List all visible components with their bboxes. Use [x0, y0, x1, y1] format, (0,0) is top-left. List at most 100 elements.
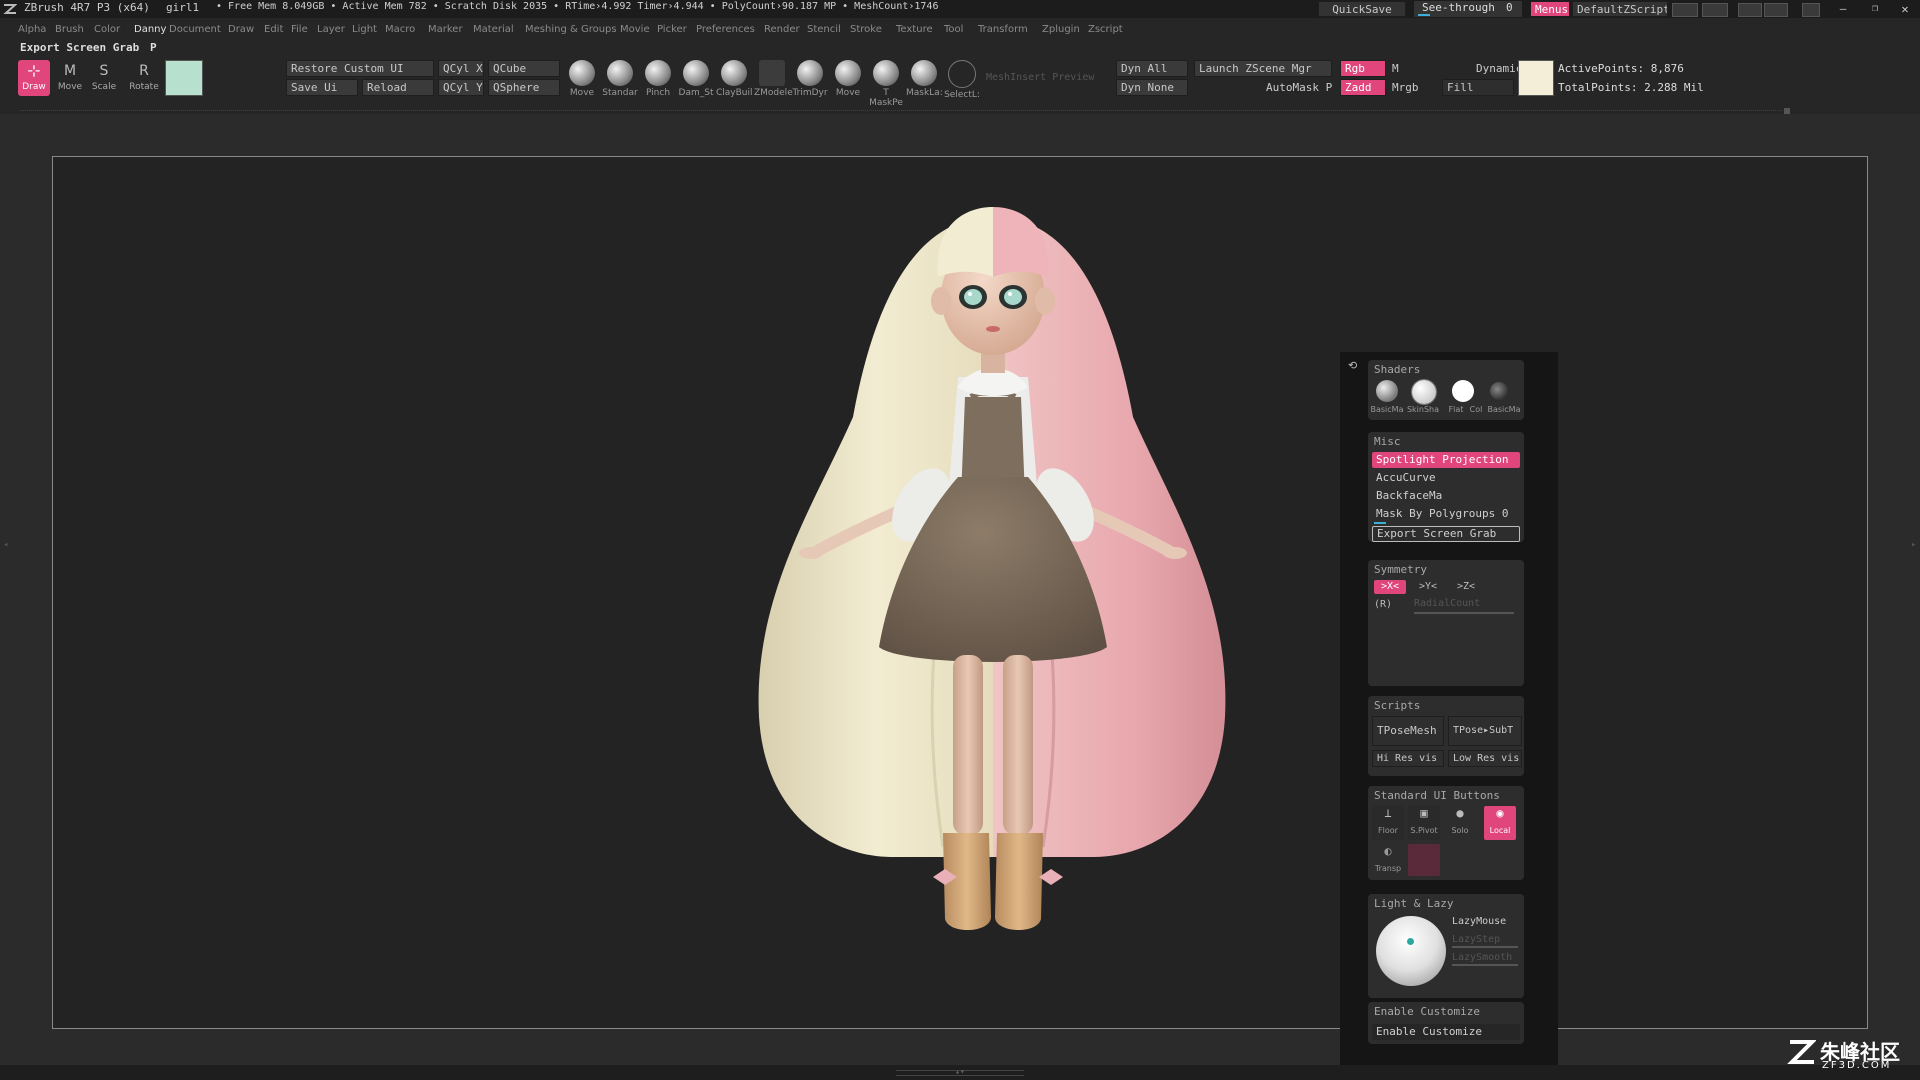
brush-standard[interactable]: Standar [602, 60, 638, 98]
dyn-none-button[interactable]: Dyn None [1116, 79, 1188, 96]
spivot-button[interactable]: ▣ S.Pivot [1408, 806, 1440, 840]
enable-customize-button[interactable]: Enable Customize [1372, 1024, 1520, 1040]
backface-mask-button[interactable]: BackfaceMa [1372, 488, 1520, 504]
color-swatch[interactable] [165, 60, 203, 96]
reload-button[interactable]: Reload [362, 79, 434, 96]
scale-mode-button[interactable]: S Scale [88, 60, 120, 96]
brush-move[interactable]: Move [564, 60, 600, 98]
spotlight-projection-button[interactable]: Spotlight Projection [1372, 452, 1520, 468]
layout-right-icon[interactable] [1702, 3, 1728, 17]
see-through-slider[interactable]: See-through 0 [1414, 1, 1522, 17]
qcyl-y-button[interactable]: QCyl Y [438, 79, 484, 96]
tpose-mesh-button[interactable]: TPoseMesh [1372, 716, 1444, 746]
menu-file[interactable]: File [291, 24, 308, 35]
menu-picker[interactable]: Picker [657, 24, 687, 35]
lock-icon[interactable] [1802, 3, 1820, 17]
qsphere-button[interactable]: QSphere [488, 79, 560, 96]
accucurve-button[interactable]: AccuCurve [1372, 470, 1520, 486]
lazymouse-toggle[interactable]: LazyMouse [1452, 916, 1506, 927]
light-position-icon[interactable] [1407, 938, 1414, 945]
menu-alpha[interactable]: Alpha [18, 24, 46, 35]
brush-masklasso[interactable]: MaskLa: [906, 60, 943, 98]
save-ui-button[interactable]: Save Ui [286, 79, 358, 96]
layout-swap-icon[interactable] [1738, 3, 1762, 17]
menu-color[interactable]: Color [94, 24, 120, 35]
palette-pin-icon[interactable]: ⟲ [1348, 360, 1360, 372]
qcyl-x-button[interactable]: QCyl X [438, 60, 484, 77]
brush-dam-standard[interactable]: Dam_St [678, 60, 714, 98]
bottom-tray-arrow-icon[interactable]: ▴▾ [950, 1067, 970, 1077]
menu-material[interactable]: Material [473, 24, 514, 35]
symmetry-y-button[interactable]: >Y< [1412, 580, 1444, 594]
menu-marker[interactable]: Marker [428, 24, 463, 35]
menu-zplugin[interactable]: Zplugin [1042, 24, 1080, 35]
light-sphere[interactable] [1376, 916, 1446, 986]
menu-stencil[interactable]: Stencil [807, 24, 841, 35]
menu-light[interactable]: Light [352, 24, 377, 35]
menu-zscript[interactable]: Zscript [1088, 24, 1123, 35]
material-flat-icon[interactable] [1452, 380, 1474, 402]
close-icon[interactable]: ✕ [1898, 2, 1912, 16]
menu-brush[interactable]: Brush [55, 24, 84, 35]
m-button[interactable]: M [1392, 62, 1399, 75]
menu-document[interactable]: Document [169, 24, 221, 35]
lazystep-slider[interactable]: LazyStep [1452, 934, 1500, 945]
draw-mode-button[interactable]: ⊹ Draw [18, 60, 50, 96]
menu-preferences[interactable]: Preferences [696, 24, 755, 35]
shelf-handle[interactable] [1784, 108, 1790, 114]
local-button[interactable]: ◉ Local [1484, 806, 1516, 840]
menu-movie[interactable]: Movie [620, 24, 650, 35]
minimize-icon[interactable]: – [1836, 2, 1850, 16]
floor-button[interactable]: ⊥ Floor [1372, 806, 1404, 840]
fill-button[interactable]: Fill [1442, 79, 1514, 96]
menu-draw[interactable]: Draw [228, 24, 254, 35]
material-skinshade-icon[interactable] [1411, 379, 1437, 405]
brush-trimdynamic[interactable]: TrimDyr [792, 60, 828, 98]
layout-default-icon[interactable] [1764, 3, 1788, 17]
quicksave-button[interactable]: QuickSave [1318, 1, 1406, 17]
menu-tool[interactable]: Tool [944, 24, 963, 35]
solo-button[interactable]: ● Solo [1444, 806, 1476, 840]
menus-toggle[interactable]: Menus [1530, 1, 1570, 17]
canvas-viewport[interactable] [52, 156, 1868, 1029]
mrgb-button[interactable]: Mrgb [1392, 81, 1419, 94]
menu-texture[interactable]: Texture [896, 24, 933, 35]
brush-t-maskpen[interactable]: T MaskPe [868, 60, 904, 108]
menu-stroke[interactable]: Stroke [850, 24, 882, 35]
symmetry-z-button[interactable]: >Z< [1450, 580, 1482, 594]
move-mode-button[interactable]: M Move [54, 60, 86, 96]
symmetry-x-button[interactable]: >X< [1374, 580, 1406, 594]
low-res-vis-button[interactable]: Low Res vis [1448, 750, 1522, 767]
hi-res-vis-button[interactable]: Hi Res vis [1372, 750, 1444, 767]
menu-meshing-groups[interactable]: Meshing & Groups [525, 24, 617, 35]
ghost-button[interactable] [1408, 844, 1440, 876]
symmetry-radial-toggle[interactable]: (R) [1374, 598, 1398, 612]
material-basic-icon[interactable] [1376, 380, 1398, 402]
mask-by-polygroups-slider[interactable]: Mask By Polygroups 0 [1372, 506, 1520, 522]
brush-move-2[interactable]: Move [830, 60, 866, 98]
menu-edit[interactable]: Edit [264, 24, 283, 35]
brush-pinch[interactable]: Pinch [640, 60, 676, 98]
menu-macro[interactable]: Macro [385, 24, 415, 35]
dyn-all-button[interactable]: Dyn All [1116, 60, 1188, 77]
restore-custom-ui-button[interactable]: Restore Custom UI [286, 60, 434, 77]
export-screen-grab-label[interactable]: Export Screen Grab [20, 41, 139, 54]
automask-label[interactable]: AutoMask P [1266, 81, 1332, 94]
zadd-button[interactable]: Zadd [1340, 79, 1386, 96]
lazysmooth-slider[interactable]: LazySmooth [1452, 952, 1512, 963]
default-zscript-button[interactable]: DefaultZScript [1572, 1, 1668, 17]
menu-render[interactable]: Render [764, 24, 800, 35]
brush-zmodeler[interactable]: ZModele [754, 60, 793, 98]
qcube-button[interactable]: QCube [488, 60, 560, 77]
menu-layer[interactable]: Layer [317, 24, 345, 35]
export-screen-grab-button[interactable]: Export Screen Grab [1372, 526, 1520, 542]
material-swatch[interactable] [1518, 60, 1554, 96]
rotate-mode-button[interactable]: R Rotate [128, 60, 160, 96]
right-tray-arrow-icon[interactable]: ▸ [1911, 540, 1917, 554]
menu-transform[interactable]: Transform [978, 24, 1028, 35]
menu-danny[interactable]: Danny [134, 24, 166, 35]
radial-count-slider[interactable]: RadialCount [1414, 598, 1480, 609]
brush-selectlasso[interactable]: SelectL: [944, 60, 980, 100]
material-basic-2-icon[interactable] [1490, 382, 1508, 400]
left-tray-arrow-icon[interactable]: ◂ [3, 540, 9, 554]
